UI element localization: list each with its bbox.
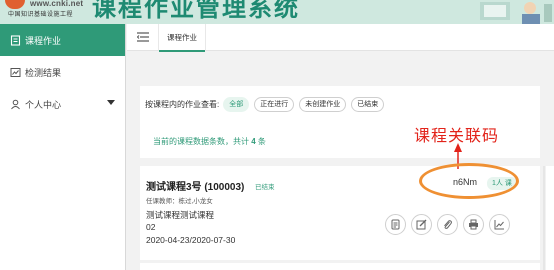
attachment-icon <box>444 220 452 229</box>
filter-label: 按课程内的作业查看: <box>145 100 220 109</box>
course-count: 当前的课程数据条数，共计 4 条 <box>153 136 266 147</box>
sidebar-item-results[interactable]: 检测结果 <box>0 56 125 88</box>
filter-ended-button[interactable]: 已结束 <box>351 97 385 112</box>
assignment-icon <box>10 34 21 46</box>
course-title: 测试课程3号 (100003) <box>146 182 245 193</box>
edit-course-button[interactable] <box>411 214 432 235</box>
sidebar-item-label: 课程作业 <box>25 35 62 46</box>
stats-icon <box>494 220 504 230</box>
filter-in-progress-button[interactable]: 正在进行 <box>254 97 295 112</box>
user-icon <box>10 99 21 110</box>
card-actions <box>385 214 515 235</box>
tab-active-indicator <box>159 50 205 52</box>
sidebar-item-assignments[interactable]: 课程作业 <box>0 24 125 56</box>
logo-subtitle: 中国知识基础设施工程 <box>8 12 74 18</box>
cnki-logo-icon <box>5 0 25 9</box>
filter-row: 按课程内的作业查看: 全部 正在进行 未创建作业 已结束 <box>145 97 389 112</box>
print-icon <box>469 219 478 230</box>
logo-url: www.cnki.net <box>30 0 84 8</box>
statistics-button[interactable] <box>489 214 510 235</box>
count-value: 4 <box>251 137 256 146</box>
chevron-down-icon[interactable] <box>107 100 115 105</box>
header-illustration-icon <box>480 2 552 24</box>
course-dates: 2020-04-23/2020-07-30 <box>146 235 236 245</box>
app-header: www.cnki.net 中国知识基础设施工程 课程作业管理系统 <box>0 0 554 24</box>
annotation-highlight-ellipse <box>419 163 519 199</box>
chart-icon <box>10 67 21 78</box>
status-badge: 已结束 <box>255 184 275 191</box>
tab-bar: 课程作业 <box>127 24 554 52</box>
count-suffix: 条 <box>257 137 266 146</box>
view-assignment-button[interactable] <box>385 214 406 235</box>
edit-icon <box>416 219 427 230</box>
sidebar-item-label: 检测结果 <box>25 67 62 78</box>
course-teacher: 任课教师：栋过,小龙女 <box>146 198 213 205</box>
tab-assignments[interactable]: 课程作业 <box>158 24 206 52</box>
filter-all-button[interactable]: 全部 <box>223 97 250 112</box>
sidebar-item-profile[interactable]: 个人中心 <box>0 88 125 120</box>
side-card-edge <box>543 166 545 270</box>
menu-toggle-icon[interactable] <box>137 32 149 42</box>
count-prefix: 当前的课程数据条数，共计 <box>153 137 249 146</box>
filter-no-assignment-button[interactable]: 未创建作业 <box>299 97 347 112</box>
sidebar-item-label: 个人中心 <box>25 99 62 110</box>
attachment-button[interactable] <box>437 214 458 235</box>
side-card <box>546 166 554 270</box>
tab-label: 课程作业 <box>167 33 197 42</box>
next-course-card[interactable] <box>140 263 540 270</box>
sidebar: 课程作业 检测结果 个人中心 <box>0 24 126 270</box>
document-icon <box>391 219 400 230</box>
print-button[interactable] <box>463 214 484 235</box>
course-description: 测试课程测试课程 <box>146 210 215 220</box>
app-title: 课程作业管理系统 <box>92 0 300 22</box>
course-code: 02 <box>146 222 156 232</box>
